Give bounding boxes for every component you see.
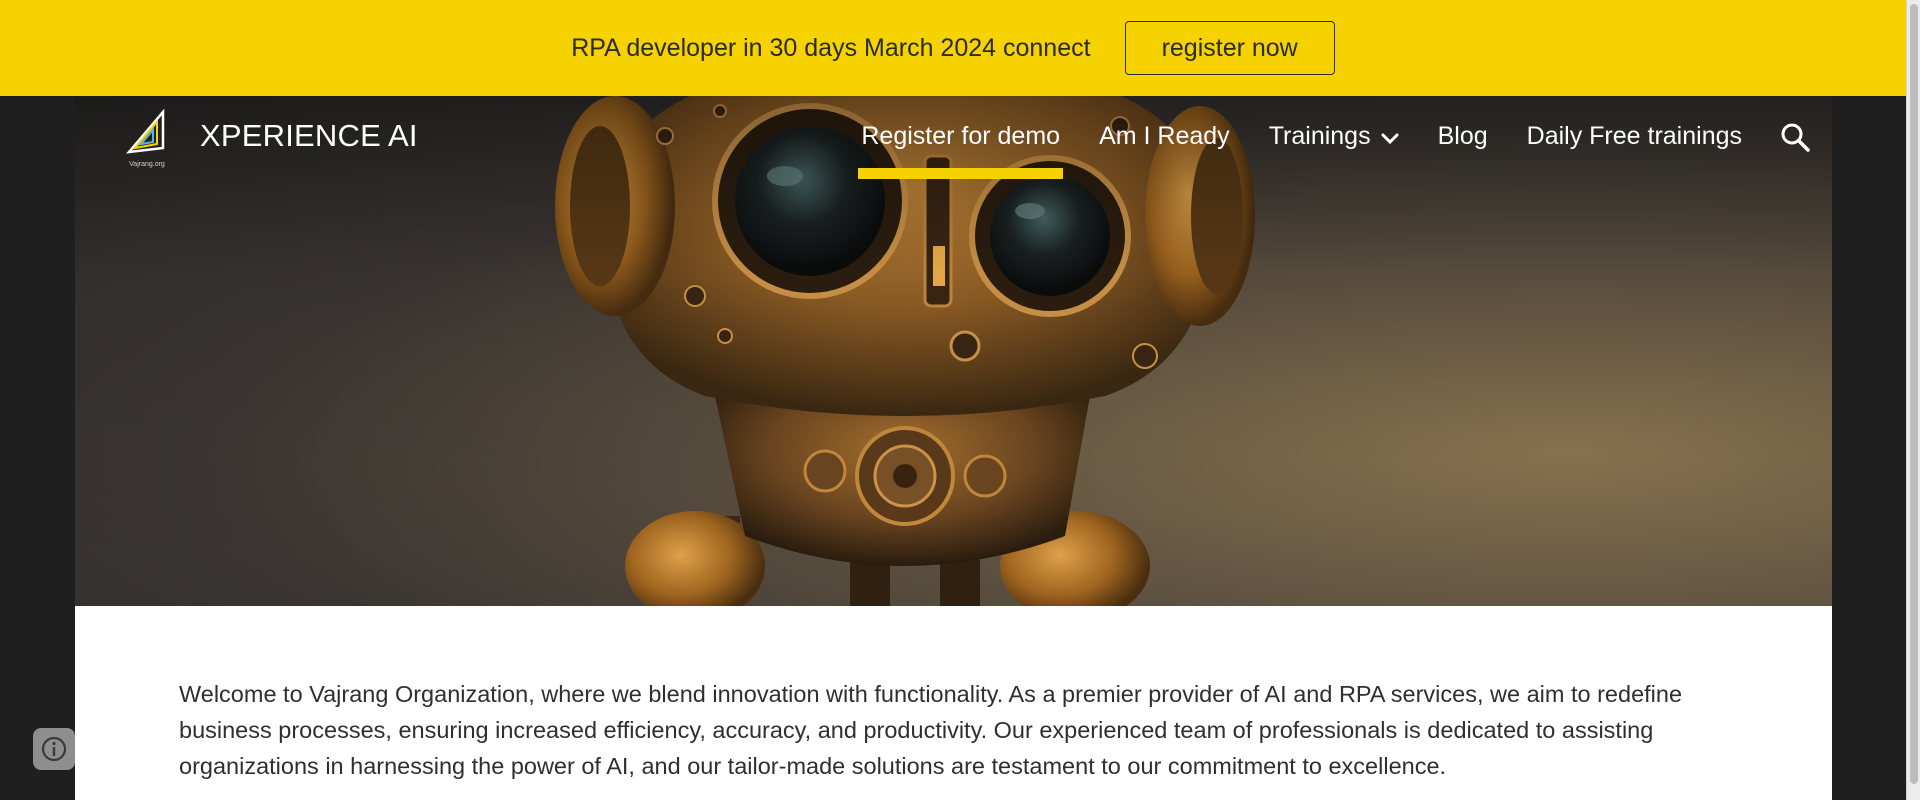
site-header: Vajrang.org XPERIENCE AI Register for de…: [75, 96, 1832, 186]
nav-item-am-i-ready[interactable]: Am I Ready: [1099, 96, 1230, 151]
logo-caption: Vajrang.org: [129, 161, 165, 168]
nav-item-daily-free-trainings[interactable]: Daily Free trainings: [1527, 96, 1742, 151]
announcement-text: RPA developer in 30 days March 2024 conn…: [571, 33, 1091, 62]
intro-section: Welcome to Vajrang Organization, where w…: [75, 606, 1832, 800]
nav-item-trainings[interactable]: Trainings: [1269, 96, 1399, 151]
nav-item-register-for-demo[interactable]: Register for demo: [858, 96, 1063, 179]
nav-item-label: Register for demo: [861, 122, 1061, 150]
page-container: Vajrang.org XPERIENCE AI Register for de…: [75, 96, 1832, 800]
nav-item-label: Daily Free trainings: [1526, 122, 1742, 150]
main-nav: Register for demo Am I Ready Trainings B…: [822, 96, 1832, 186]
nav-item-label: Trainings: [1268, 122, 1371, 150]
register-now-button[interactable]: register now: [1124, 21, 1335, 75]
scrollbar-thumb[interactable]: [1910, 4, 1918, 784]
site-title[interactable]: XPERIENCE AI: [200, 118, 418, 154]
chevron-down-icon[interactable]: [1381, 133, 1399, 145]
intro-paragraph: Welcome to Vajrang Organization, where w…: [179, 680, 1683, 779]
info-button[interactable]: [33, 728, 75, 770]
nav-item-label: Am I Ready: [1099, 122, 1230, 150]
info-icon: [41, 736, 67, 762]
nav-item-label: Blog: [1437, 122, 1488, 150]
site-logo[interactable]: Vajrang.org: [123, 108, 171, 170]
nav-item-blog[interactable]: Blog: [1438, 96, 1488, 151]
search-icon: [1781, 123, 1810, 152]
scrollbar[interactable]: [1906, 0, 1920, 800]
search-button[interactable]: [1780, 96, 1810, 157]
announcement-bar: RPA developer in 30 days March 2024 conn…: [0, 0, 1906, 96]
